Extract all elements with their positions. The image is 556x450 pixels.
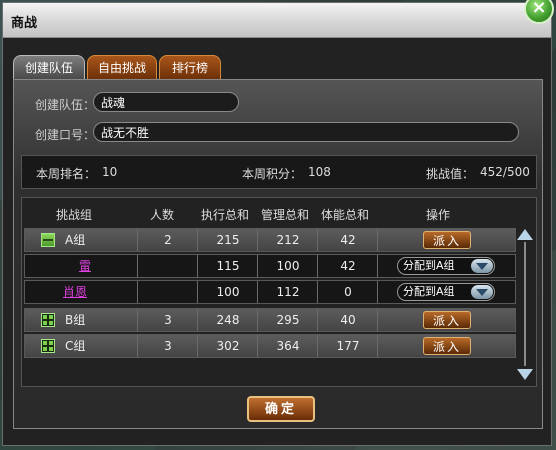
team-name-input[interactable]: 战魂 xyxy=(93,92,239,112)
challenge-label: 挑战值： xyxy=(426,167,475,181)
weekly-stats-bar: 本周排名： 10 本周积分： 108 挑战值： 452/500 xyxy=(21,155,537,189)
header-action: 操作 xyxy=(425,208,450,222)
tab-free-challenge[interactable]: 自由挑战 xyxy=(87,55,157,79)
challenge-value: 452/500 xyxy=(480,165,530,179)
table-header: 挑战组 人数 执行总和 管理总和 体能总和 操作 xyxy=(22,206,518,224)
member-name[interactable]: 雷 xyxy=(35,255,135,277)
window-title: 商战 xyxy=(11,16,38,31)
group-count: 3 xyxy=(137,335,198,357)
group-collapsed-icon[interactable] xyxy=(41,339,55,353)
group-stamina: 42 xyxy=(317,229,378,251)
dispatch-button[interactable]: 派入 xyxy=(423,337,471,355)
member-stamina: 42 xyxy=(317,255,378,277)
group-row-c[interactable]: C组 3 302 364 177 派入 xyxy=(24,334,516,358)
member-name[interactable]: 肖恩 xyxy=(25,281,125,303)
dispatch-button[interactable]: 派入 xyxy=(423,311,471,329)
title-bar[interactable]: 商战 xyxy=(3,3,551,38)
group-mgmt: 364 xyxy=(257,335,318,357)
member-stamina: 0 xyxy=(317,281,378,303)
member-row-lei: 雷 115 100 42 分配到A组 xyxy=(24,254,516,278)
header-group: 挑战组 xyxy=(55,208,92,222)
header-stamina: 体能总和 xyxy=(320,208,369,222)
points-label: 本周积分： xyxy=(242,167,303,181)
group-exec: 215 xyxy=(197,229,258,251)
header-exec: 执行总和 xyxy=(200,208,249,222)
assign-group-select[interactable]: 分配到A组 xyxy=(397,257,495,275)
group-row-b[interactable]: B组 3 248 295 40 派入 xyxy=(24,308,516,332)
group-exec: 248 xyxy=(197,309,258,331)
group-name: C组 xyxy=(65,339,86,353)
chevron-down-icon[interactable] xyxy=(471,285,493,299)
shop-battle-window: 商战 创建队伍 自由挑战 排行榜 创建队伍： 战魂 创建口号： 战无不胜 本周排… xyxy=(2,2,552,446)
assign-group-select[interactable]: 分配到A组 xyxy=(397,283,495,301)
header-mgmt: 管理总和 xyxy=(260,208,309,222)
group-count: 3 xyxy=(137,309,198,331)
group-mgmt: 295 xyxy=(257,309,318,331)
header-count: 人数 xyxy=(149,208,174,222)
member-count xyxy=(137,281,198,303)
group-expanded-icon[interactable] xyxy=(41,233,55,247)
group-collapsed-icon[interactable] xyxy=(41,313,55,327)
scroll-down-arrow-icon[interactable] xyxy=(516,368,534,382)
member-mgmt: 100 xyxy=(257,255,318,277)
group-mgmt: 212 xyxy=(257,229,318,251)
team-name-label: 创建队伍： xyxy=(35,98,96,112)
member-row-shawn: 肖恩 100 112 0 分配到A组 xyxy=(24,280,516,304)
scroll-up-arrow-icon[interactable] xyxy=(516,228,534,242)
member-count xyxy=(137,255,198,277)
tab-leaderboard[interactable]: 排行榜 xyxy=(159,55,221,79)
member-exec: 100 xyxy=(197,281,258,303)
team-slogan-input[interactable]: 战无不胜 xyxy=(93,122,519,142)
team-slogan-label: 创建口号： xyxy=(35,128,96,142)
tab-create-team[interactable]: 创建队伍 xyxy=(13,55,85,79)
group-stamina: 40 xyxy=(317,309,378,331)
group-name: B组 xyxy=(65,313,86,327)
assign-group-value: 分配到A组 xyxy=(403,285,455,298)
rank-value: 10 xyxy=(102,165,118,179)
challenge-groups-table: 挑战组 人数 执行总和 管理总和 体能总和 操作 A组 2 215 212 42… xyxy=(21,197,537,387)
assign-group-value: 分配到A组 xyxy=(403,259,455,272)
group-stamina: 177 xyxy=(317,335,378,357)
chevron-down-icon[interactable] xyxy=(471,259,493,273)
scrollbar-track[interactable] xyxy=(524,242,526,366)
group-count: 2 xyxy=(137,229,198,251)
group-name: A组 xyxy=(65,233,86,247)
group-row-a[interactable]: A组 2 215 212 42 派入 xyxy=(24,228,516,252)
points-value: 108 xyxy=(308,165,331,179)
rank-label: 本周排名： xyxy=(36,167,97,181)
confirm-button[interactable]: 确定 xyxy=(247,396,315,422)
member-exec: 115 xyxy=(197,255,258,277)
member-mgmt: 112 xyxy=(257,281,318,303)
dispatch-button[interactable]: 派入 xyxy=(423,231,471,249)
group-exec: 302 xyxy=(197,335,258,357)
